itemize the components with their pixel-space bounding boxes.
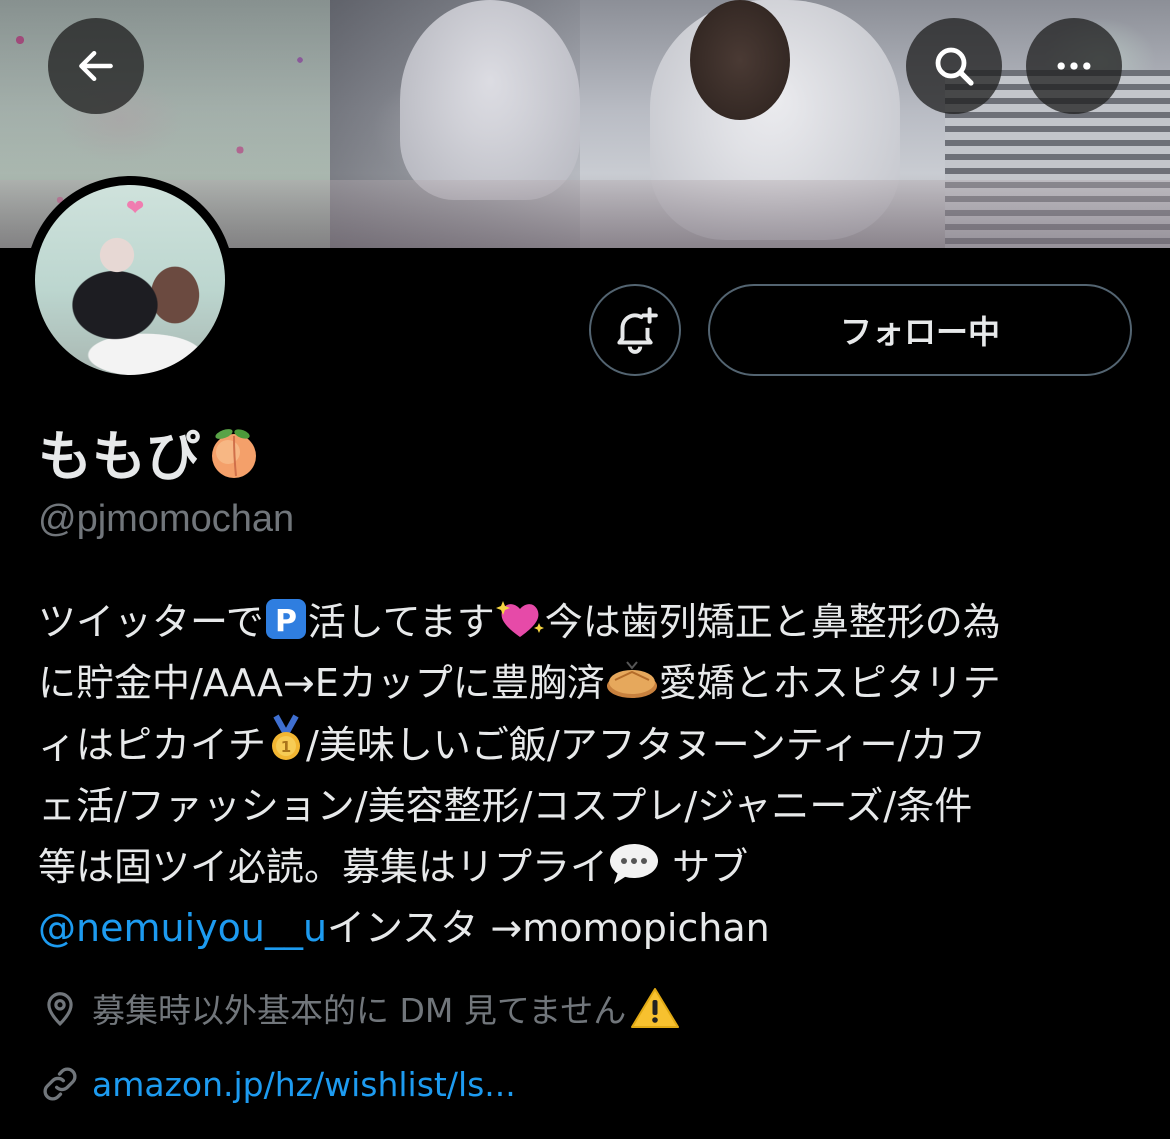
bio-line-4: ェ活/ファッション/美容整形/コスプレ/ジャニーズ/条件 — [38, 784, 973, 828]
notifications-button[interactable] — [589, 284, 681, 376]
banner-figure-left — [400, 0, 580, 200]
svg-text:1: 1 — [281, 738, 291, 756]
gold-medal-emoji: 1 — [272, 714, 301, 760]
search-icon — [935, 47, 974, 86]
website-link[interactable]: amazon.jp/hz/wishlist/ls... — [92, 1065, 516, 1104]
bio-line-6: @nemuiyou__uインスタ →momopichan — [38, 906, 770, 950]
warning-emoji — [631, 988, 680, 1028]
link-icon — [38, 1062, 82, 1106]
handle: @pjmomochan — [38, 498, 295, 540]
display-name-text: ももぴ — [38, 425, 200, 488]
bell-plus-icon — [617, 307, 658, 354]
parking-emoji: P — [265, 599, 306, 639]
bio-line-1: ツイッターで P 活してます 今は歯列矯正と鼻整形の為 — [38, 592, 1138, 653]
location-pin-icon — [38, 986, 82, 1030]
bio-line-3: ィはピカイチ 1/美味しいご飯/アフタヌーンティー/カフ — [38, 714, 1138, 776]
following-button[interactable]: フォロー中 — [708, 284, 1132, 376]
speech-bubble-emoji — [610, 844, 659, 884]
more-icon — [1057, 62, 1091, 70]
back-button[interactable] — [48, 18, 144, 114]
bio-mention-link[interactable]: @nemuiyou__u — [38, 906, 327, 950]
banner-hair — [690, 0, 790, 120]
sparkling-heart-emoji — [495, 601, 544, 637]
search-button[interactable] — [906, 18, 1002, 114]
bio-line-2: に貯金中/AAA→Eカップに豊胸済 愛嬌とホスピタリテ — [38, 653, 1138, 714]
more-button[interactable] — [1026, 18, 1122, 114]
website: amazon.jp/hz/wishlist/ls... — [38, 1062, 516, 1106]
peach-emoji — [212, 428, 256, 478]
bio-line-5: 等は固ツイ必読。募集はリプライ サブ — [38, 837, 1138, 898]
location: 募集時以外基本的に DM 見てません — [38, 984, 680, 1032]
svg-text:P: P — [275, 604, 297, 639]
avatar-heart-decoration: ❤ — [126, 196, 145, 221]
display-name: ももぴ — [38, 412, 264, 491]
location-text: 募集時以外基本的に DM 見てません — [92, 991, 627, 1030]
back-arrow-icon — [79, 50, 113, 82]
bio: ツイッターで P 活してます 今は歯列矯正と鼻整形の為 に貯金中/AAA→Eカップに豊… — [38, 592, 1138, 959]
pie-emoji — [606, 661, 657, 698]
